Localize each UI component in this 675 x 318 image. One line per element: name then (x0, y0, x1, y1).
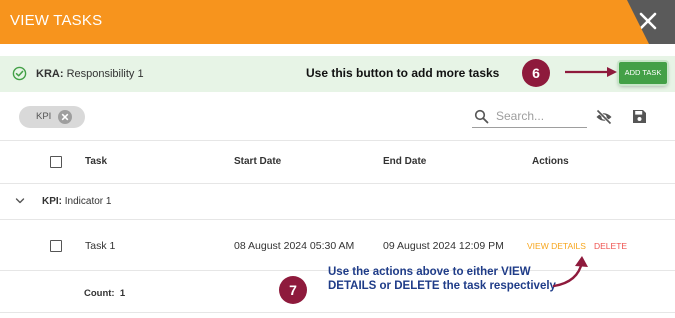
kra-name: Responsibility 1 (66, 68, 144, 80)
task-name: Task 1 (85, 240, 116, 252)
dialog-header: VIEW TASKS (0, 0, 675, 44)
count-summary: Count: 1 (84, 288, 125, 299)
check-circle-icon (12, 66, 27, 81)
chip-remove-icon[interactable] (58, 110, 72, 124)
select-all-checkbox[interactable] (50, 156, 62, 168)
count-value: 1 (119, 288, 126, 299)
step-6-hint: Use this button to add more tasks (306, 66, 500, 80)
kra-prefix: KRA: (36, 68, 64, 80)
close-area (627, 0, 675, 44)
curved-arrow-icon (552, 256, 588, 288)
divider (0, 183, 675, 184)
view-details-link[interactable]: VIEW DETAILS (527, 241, 586, 251)
column-header-actions: Actions (532, 156, 569, 167)
search-field (472, 106, 587, 128)
column-header-end-date: End Date (383, 156, 427, 167)
divider (0, 140, 675, 141)
step-6-badge: 6 (522, 59, 550, 87)
add-task-button[interactable]: ADD TASK (619, 62, 667, 84)
kpi-group-prefix: KPI: (42, 196, 62, 207)
start-date: 08 August 2024 05:30 AM (234, 240, 355, 252)
delete-link[interactable]: DELETE (594, 241, 627, 251)
eye-off-icon[interactable] (595, 109, 613, 125)
search-input[interactable] (496, 108, 584, 124)
divider (0, 312, 675, 313)
kra-label: KRA: Responsibility 1 (36, 68, 144, 80)
save-icon[interactable] (632, 109, 647, 124)
search-icon (474, 109, 489, 124)
divider (0, 219, 675, 220)
column-header-start-date: Start Date (234, 156, 282, 167)
row-checkbox[interactable] (50, 240, 62, 252)
kpi-group-label: KPI: Indicator 1 (42, 196, 111, 207)
step-7-hint: Use the actions above to either VIEW DET… (328, 266, 556, 292)
kpi-group-name: Indicator 1 (64, 196, 112, 207)
chip-label: KPI (36, 111, 52, 122)
arrow-right-icon (565, 67, 617, 77)
close-icon[interactable] (633, 6, 663, 36)
step-7-badge: 7 (279, 276, 307, 304)
end-date: 09 August 2024 12:09 PM (383, 240, 504, 252)
chevron-down-icon[interactable] (15, 197, 25, 205)
dialog-title: VIEW TASKS (10, 12, 103, 29)
column-header-task: Task (85, 156, 108, 167)
count-label: Count: (84, 288, 115, 299)
kpi-filter-chip[interactable]: KPI (19, 106, 85, 128)
